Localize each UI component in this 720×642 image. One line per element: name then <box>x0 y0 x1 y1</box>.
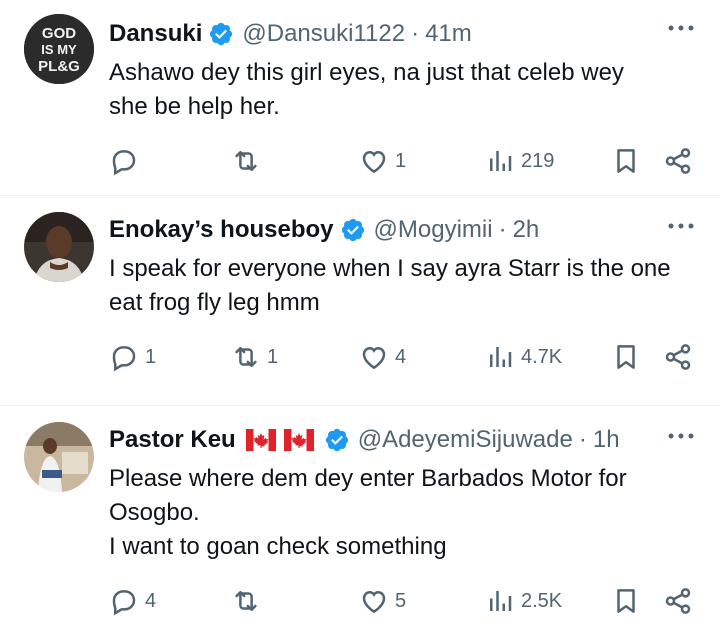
tweet-text-line: she be help her. <box>109 93 280 120</box>
avatar[interactable] <box>24 422 94 492</box>
tweet-text-line: eat frog fly leg hmm <box>109 289 320 316</box>
reply-icon <box>112 590 136 616</box>
heart-icon <box>362 346 386 370</box>
tweet-text: Ashawo dey this girl eyes, na just that … <box>109 56 698 124</box>
bookmark-icon <box>617 149 635 173</box>
svg-text:PL&G: PL&G <box>38 58 80 75</box>
heart-icon <box>362 590 386 614</box>
reply-count: 1 <box>145 345 157 368</box>
avatar[interactable]: GOD IS MY PL&G <box>24 14 94 84</box>
share-button[interactable] <box>663 146 693 176</box>
more-options-icon[interactable] <box>666 216 696 236</box>
display-name[interactable]: Enokay’s houseboy <box>109 216 334 244</box>
user-handle[interactable]: @Dansuki1122 <box>242 20 405 48</box>
bookmark-button[interactable] <box>611 586 641 616</box>
more-options-icon[interactable] <box>666 18 696 38</box>
tweet-text-line: Ashawo dey this girl eyes, na just that … <box>109 59 624 86</box>
tweet-text: I speak for everyone when I say ayra Sta… <box>109 252 698 320</box>
reply-button[interactable] <box>109 146 145 176</box>
user-handle[interactable]: @AdeyemiSijuwade <box>358 426 573 454</box>
like-button[interactable]: 4 <box>359 342 406 372</box>
retweet-count: 1 <box>267 345 279 368</box>
views-button[interactable]: 219 <box>485 146 554 176</box>
display-name[interactable]: Pastor Keu <box>109 426 236 454</box>
heart-icon <box>362 150 386 174</box>
bookmark-button[interactable] <box>611 146 641 176</box>
bookmark-icon <box>617 345 635 369</box>
views-count: 219 <box>521 149 555 172</box>
tweet-text-line: Please where dem dey enter Barbados Moto… <box>109 465 627 492</box>
canada-flag-icon <box>283 429 314 451</box>
bar-chart-icon <box>490 347 512 367</box>
retweet-button[interactable] <box>231 586 267 616</box>
like-button[interactable]: 1 <box>359 146 406 176</box>
retweet-button[interactable] <box>231 146 267 176</box>
tweet-text-line: Osogbo. <box>109 499 200 526</box>
display-name[interactable]: Dansuki <box>109 20 202 48</box>
views-button[interactable]: 4.7K <box>485 342 562 372</box>
reply-count: 4 <box>145 589 157 612</box>
tweet-header: Pastor Keu @AdeyemiSijuwade · 1h <box>109 418 698 462</box>
bar-chart-icon <box>490 151 512 171</box>
svg-text:IS MY: IS MY <box>41 42 77 57</box>
share-icon <box>665 344 691 370</box>
views-count: 2.5K <box>521 589 563 612</box>
action-bar: 1 219 <box>109 124 698 202</box>
share-icon <box>665 588 691 614</box>
like-count: 4 <box>395 345 407 368</box>
tweet-header: Enokay’s houseboy @Mogyimii · 2h <box>109 208 698 252</box>
like-button[interactable]: 5 <box>359 586 406 616</box>
verified-badge-icon <box>324 427 350 453</box>
reply-button[interactable]: 4 <box>109 586 156 616</box>
timestamp[interactable]: 2h <box>513 216 540 244</box>
tweet[interactable]: Enokay’s houseboy @Mogyimii · 2h I speak… <box>0 196 720 406</box>
bookmark-button[interactable] <box>611 342 641 372</box>
action-bar: 4 5 2.5K <box>109 564 698 642</box>
bar-chart-icon <box>490 591 512 611</box>
share-icon <box>665 148 691 174</box>
reply-icon <box>112 150 136 176</box>
verified-badge-icon <box>208 21 234 47</box>
user-handle[interactable]: @Mogyimii <box>374 216 493 244</box>
name-flags <box>245 429 314 451</box>
like-count: 1 <box>395 149 407 172</box>
reply-feed: GOD IS MY PL&G Dansuki @Dansuki1122 · 41… <box>0 0 720 642</box>
separator-dot: · <box>578 426 587 453</box>
tweet-text-line: I speak for everyone when I say ayra Sta… <box>109 255 671 282</box>
tweet-text-line: I want to goan check something <box>109 533 447 560</box>
separator-dot: · <box>498 216 507 243</box>
retweet-icon <box>235 591 257 611</box>
like-count: 5 <box>395 589 407 612</box>
tweet[interactable]: Pastor Keu @AdeyemiSijuwade · 1h Please … <box>0 406 720 642</box>
more-options-icon[interactable] <box>666 426 696 446</box>
tweet-header: Dansuki @Dansuki1122 · 41m <box>109 12 698 56</box>
verified-badge-icon <box>340 217 366 243</box>
timestamp[interactable]: 41m <box>425 20 472 48</box>
canada-flag-icon <box>245 429 276 451</box>
avatar[interactable] <box>24 212 94 282</box>
separator-dot: · <box>411 20 420 47</box>
views-count: 4.7K <box>521 345 563 368</box>
retweet-icon <box>235 151 257 171</box>
tweet-text: Please where dem dey enter Barbados Moto… <box>109 462 698 564</box>
retweet-button[interactable]: 1 <box>231 342 278 372</box>
share-button[interactable] <box>663 586 693 616</box>
timestamp[interactable]: 1h <box>593 426 620 454</box>
reply-button[interactable]: 1 <box>109 342 156 372</box>
action-bar: 1 1 4 4.7K <box>109 320 698 398</box>
bookmark-icon <box>617 589 635 613</box>
views-button[interactable]: 2.5K <box>485 586 562 616</box>
svg-text:GOD: GOD <box>42 25 76 42</box>
share-button[interactable] <box>663 342 693 372</box>
tweet[interactable]: GOD IS MY PL&G Dansuki @Dansuki1122 · 41… <box>0 0 720 196</box>
reply-icon <box>112 346 136 372</box>
retweet-icon <box>235 347 257 367</box>
